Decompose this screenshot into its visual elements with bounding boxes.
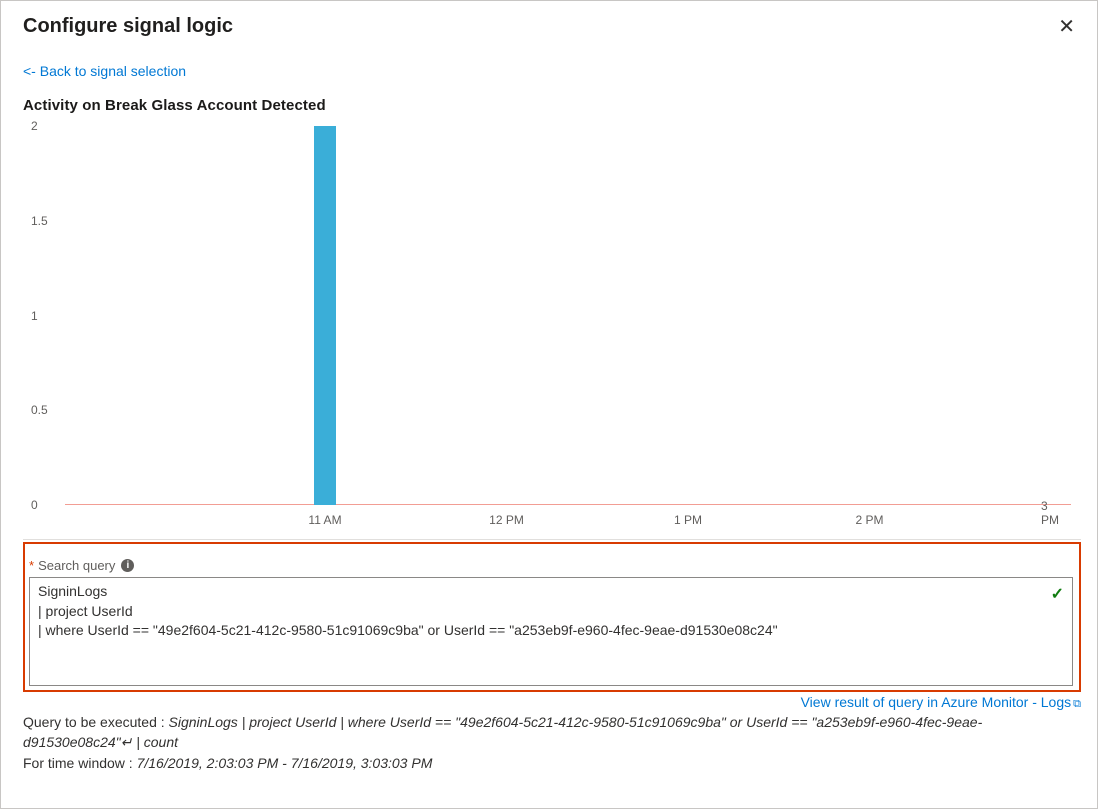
required-indicator: *: [29, 558, 34, 573]
info-icon[interactable]: i: [121, 559, 134, 572]
back-to-signal-selection-link[interactable]: <- Back to signal selection: [23, 63, 186, 79]
chart-x-tick: 2 PM: [855, 513, 883, 527]
search-query-input[interactable]: SigninLogs | project UserId | where User…: [29, 577, 1073, 686]
chart-y-tick: 1.5: [31, 214, 48, 228]
close-icon: ✕: [1058, 16, 1075, 38]
view-result-link-row: View result of query in Azure Monitor - …: [23, 694, 1081, 711]
configure-signal-logic-panel: Configure signal logic ✕ <- Back to sign…: [0, 0, 1098, 809]
chart-x-tick: 11 AM: [308, 513, 341, 527]
chart-bar: [314, 126, 336, 505]
panel-header: Configure signal logic ✕: [23, 15, 1081, 39]
view-result-link-label: View result of query in Azure Monitor - …: [801, 694, 1072, 710]
chart-x-tick: 1 PM: [674, 513, 702, 527]
panel-title: Configure signal logic: [23, 15, 233, 38]
chart-baseline: [65, 504, 1071, 505]
search-query-highlight-box: * Search query i SigninLogs | project Us…: [23, 542, 1081, 692]
chart-y-tick: 0.5: [31, 403, 48, 417]
external-link-icon: ⧉: [1073, 698, 1081, 710]
chart-x-tick: 3 PM: [1041, 499, 1061, 527]
time-window-prefix: For time window :: [23, 755, 137, 771]
chart-plot-area: 00.511.5211 AM12 PM1 PM2 PM3 PM: [65, 126, 1071, 505]
query-to-be-executed-row: Query to be executed : SigninLogs | proj…: [23, 713, 1081, 752]
signal-name-heading: Activity on Break Glass Account Detected: [23, 97, 1081, 114]
chart-y-tick: 0: [31, 498, 38, 512]
chart-y-tick: 1: [31, 309, 38, 323]
time-window-value: 7/16/2019, 2:03:03 PM - 7/16/2019, 3:03:…: [137, 755, 433, 771]
executed-prefix: Query to be executed :: [23, 714, 169, 730]
search-query-label: Search query: [38, 558, 115, 573]
chart-x-tick: 12 PM: [489, 513, 524, 527]
view-result-link[interactable]: View result of query in Azure Monitor - …: [801, 694, 1081, 710]
activity-bar-chart: 0 0.5 1 1.5 2 11 AM 12 PM 1 PM 2 PM 3 PM: [23, 120, 1081, 540]
query-valid-check-icon: ✓: [1051, 584, 1064, 606]
chart-y-tick: 2: [31, 119, 38, 133]
close-button[interactable]: ✕: [1052, 15, 1081, 39]
search-query-label-row: * Search query i: [29, 558, 1073, 573]
time-window-row: For time window : 7/16/2019, 2:03:03 PM …: [23, 754, 1081, 774]
